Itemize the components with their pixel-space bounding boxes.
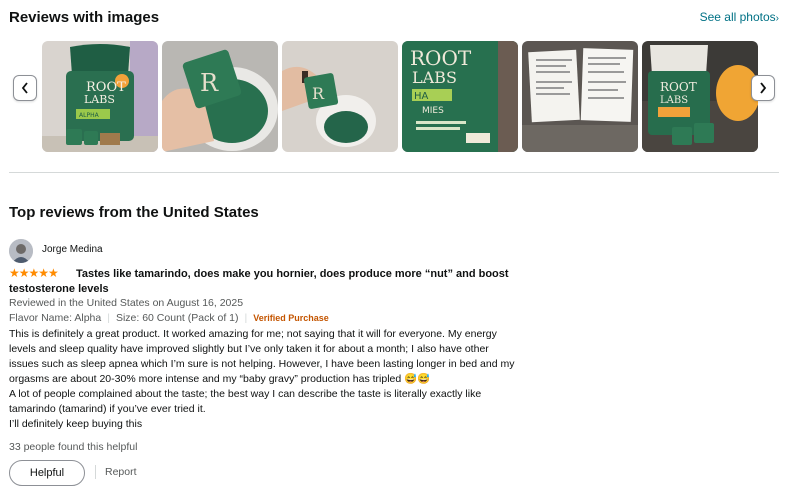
see-all-photos-link[interactable]: See all photos›: [700, 10, 779, 24]
svg-text:LABS: LABS: [412, 68, 457, 87]
reviewer-avatar: [9, 239, 33, 263]
svg-text:R: R: [200, 69, 219, 97]
carousel-prev-button[interactable]: [13, 75, 37, 101]
svg-text:HA: HA: [414, 91, 429, 102]
review-body-line: This is definitely a great product. It w…: [9, 328, 497, 340]
reviews-with-images-title: Reviews with images: [9, 9, 160, 26]
review-photo[interactable]: R: [282, 41, 398, 152]
svg-text:ROOT: ROOT: [410, 46, 472, 70]
separator: [95, 465, 96, 479]
see-all-photos-label: See all photos: [699, 10, 776, 24]
verified-purchase-badge: Verified Purchase: [253, 313, 329, 323]
review-date: Reviewed in the United States on August …: [9, 297, 244, 309]
svg-text:ALPHA: ALPHA: [79, 112, 100, 119]
chevron-left-icon: [21, 82, 28, 94]
review-body-line: tamarindo (tamarind) if you’ve ever trie…: [9, 403, 206, 415]
flavor-name: Flavor Name: Alpha: [9, 312, 102, 324]
review-body-line: I’ll definitely keep buying this: [9, 418, 143, 430]
report-link[interactable]: Report: [105, 466, 137, 478]
svg-text:LABS: LABS: [84, 93, 115, 106]
separator: |: [244, 312, 248, 324]
separator: |: [107, 312, 110, 324]
svg-text:MIES: MIES: [422, 106, 444, 116]
chevron-right-small-icon: ›: [775, 13, 779, 24]
svg-text:LABS: LABS: [660, 95, 688, 106]
svg-text:ROOT: ROOT: [660, 80, 697, 94]
review-photo[interactable]: ROOT LABS HA MIES: [402, 41, 518, 152]
review-body-line: orgasms are about 20-30% more intense an…: [9, 373, 431, 385]
review-headline[interactable]: Tastes like tamarindo, does make you hor…: [9, 267, 519, 297]
review-body-line: A lot of people complained about the tas…: [9, 388, 482, 400]
helpful-button[interactable]: Helpful: [9, 460, 85, 486]
helpful-count: 33 people found this helpful: [9, 441, 138, 453]
review-photo[interactable]: [522, 41, 638, 152]
review-body-line: issues such as sleep apnea which I’m sur…: [9, 358, 515, 370]
size-info: Size: 60 Count (Pack of 1): [115, 312, 239, 324]
review-photo[interactable]: ROOT LABS ALPHA: [42, 41, 158, 152]
carousel-next-button[interactable]: [751, 75, 775, 101]
svg-text:R: R: [312, 84, 325, 103]
review-photo[interactable]: R: [162, 41, 278, 152]
reviewer-name[interactable]: Jorge Medina: [42, 244, 103, 255]
top-reviews-title: Top reviews from the United States: [9, 204, 259, 221]
chevron-right-icon: [760, 82, 767, 94]
review-variant-info: Flavor Name: Alpha | Size: 60 Count (Pac…: [9, 312, 329, 324]
review-body-line: levels and sleep quality have improved s…: [9, 343, 489, 355]
review-photo[interactable]: ROOT LABS: [642, 41, 758, 152]
section-divider: [9, 172, 779, 173]
review-body: This is definitely a great product. It w…: [9, 327, 529, 432]
review-images-carousel: ROOT LABS ALPHA R R ROOT LABS HA MIES RO…: [42, 41, 758, 152]
